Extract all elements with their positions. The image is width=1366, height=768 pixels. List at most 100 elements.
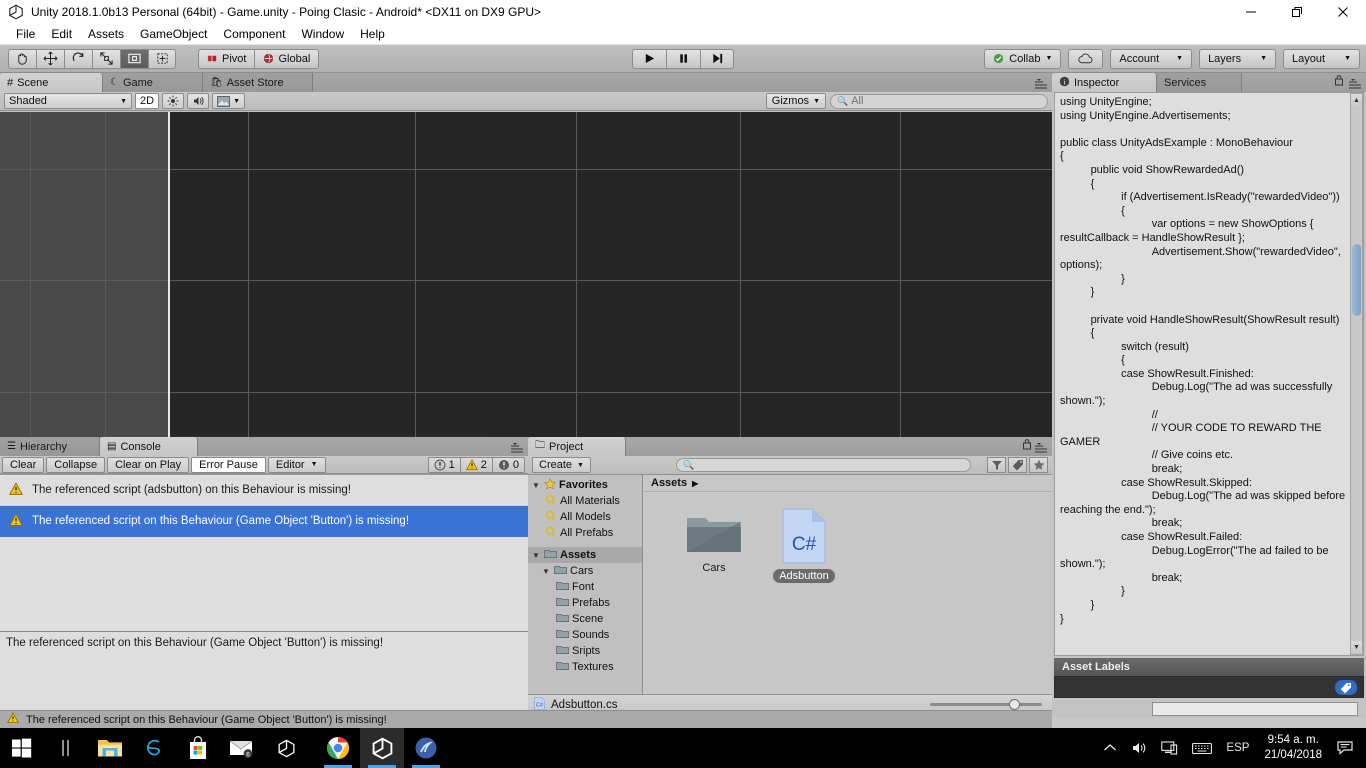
table-row[interactable]: The referenced script (adsbutton) on thi…	[0, 475, 528, 506]
task-view-icon[interactable]	[44, 728, 88, 768]
asset-item-cars[interactable]: Cars	[675, 508, 753, 583]
scene-search-input[interactable]: 🔍 All	[830, 93, 1048, 109]
collab-button[interactable]: Collab ▼	[984, 48, 1062, 69]
chevron-up-icon[interactable]	[1096, 728, 1124, 768]
tag-icon[interactable]	[1335, 680, 1357, 695]
error-pause-button[interactable]: Error Pause	[191, 456, 266, 473]
rotate-tool-icon[interactable]	[64, 48, 92, 69]
error-count[interactable]: 1	[427, 456, 460, 473]
close-icon[interactable]	[1320, 0, 1366, 23]
2d-toggle-button[interactable]: 2D	[135, 93, 160, 109]
file-explorer-icon[interactable]	[88, 728, 132, 768]
tree-assets-root[interactable]: ▼ Assets	[528, 547, 642, 563]
clear-button[interactable]: Clear	[2, 456, 45, 473]
asset-labels-box[interactable]	[1054, 676, 1364, 698]
project-search-input[interactable]: 🔍	[676, 458, 971, 472]
minimize-icon[interactable]	[1228, 0, 1274, 23]
slider-knob[interactable]	[1009, 699, 1020, 710]
tab-console[interactable]: ▤ Console	[100, 437, 198, 456]
filter-label-icon[interactable]	[1008, 457, 1027, 473]
chrome-icon[interactable]	[316, 728, 360, 768]
lock-icon[interactable]	[1334, 74, 1344, 89]
account-button[interactable]: Account ▼	[1110, 48, 1193, 69]
table-row[interactable]: The referenced script on this Behaviour …	[0, 506, 528, 537]
layers-button[interactable]: Layers ▼	[1199, 48, 1277, 69]
microsoft-store-icon[interactable]	[176, 728, 220, 768]
chevron-down-icon[interactable]: ▼	[532, 551, 541, 560]
editor-dropdown[interactable]: Editor ▼	[267, 456, 326, 473]
inspector-panel-menu-icon[interactable]	[1348, 78, 1362, 89]
list-item[interactable]: Prefabs	[528, 595, 642, 611]
menu-window[interactable]: Window	[293, 23, 352, 45]
tab-inspector[interactable]: i Inspector	[1052, 73, 1157, 92]
list-item[interactable]: ▼ Cars	[528, 563, 642, 579]
tab-hierarchy[interactable]: ☰ Hierarchy	[0, 437, 100, 456]
unity-editor-icon[interactable]	[360, 728, 404, 768]
tree-favorites[interactable]: ▼ Favorites	[528, 477, 642, 493]
project-panel-menu-icon[interactable]	[1034, 442, 1048, 453]
console-detail-pane[interactable]: The referenced script on this Behaviour …	[0, 631, 528, 714]
console-log-list[interactable]: The referenced script (adsbutton) on thi…	[0, 474, 528, 631]
list-item[interactable]: Sripts	[528, 643, 642, 659]
tab-services[interactable]: Services	[1157, 73, 1242, 92]
menu-assets[interactable]: Assets	[80, 23, 132, 45]
pivot-button[interactable]: Pivot	[198, 48, 255, 69]
scroll-up-arrow-icon[interactable]: ▲	[1351, 94, 1362, 107]
list-item[interactable]: Scene	[528, 611, 642, 627]
list-item[interactable]: All Prefabs	[528, 525, 642, 541]
move-tool-icon[interactable]	[36, 48, 64, 69]
windows-start-icon[interactable]	[0, 728, 44, 768]
effects-toggle-icon[interactable]: ▼	[212, 93, 245, 109]
tab-asset-store[interactable]: 🛍 Asset Store	[203, 73, 313, 92]
monodevelop-icon[interactable]	[404, 728, 448, 768]
layout-button[interactable]: Layout ▼	[1283, 48, 1360, 69]
menu-gameobject[interactable]: GameObject	[132, 23, 215, 45]
chevron-down-icon[interactable]: ▼	[542, 567, 551, 576]
tab-project[interactable]: 🗀 Project	[528, 437, 626, 456]
gizmos-dropdown[interactable]: Gizmos ▼	[765, 93, 826, 109]
asset-zoom-slider[interactable]	[930, 699, 1042, 711]
browser-icon[interactable]	[132, 728, 176, 768]
lock-icon[interactable]	[1022, 438, 1032, 453]
list-item[interactable]: All Models	[528, 509, 642, 525]
menu-edit[interactable]: Edit	[43, 23, 80, 45]
maximize-icon[interactable]	[1274, 0, 1320, 23]
play-icon[interactable]	[632, 48, 666, 69]
network-icon[interactable]	[1154, 728, 1185, 768]
scene-panel-menu-icon[interactable]	[1034, 78, 1048, 89]
shading-mode-dropdown[interactable]: Shaded ▼	[4, 93, 132, 109]
filter-favorite-icon[interactable]	[1029, 457, 1048, 473]
chevron-down-icon[interactable]: ▼	[532, 481, 541, 490]
audio-toggle-icon[interactable]	[187, 93, 210, 109]
scene-viewport[interactable]: Button	[0, 112, 1052, 437]
menu-help[interactable]: Help	[352, 23, 393, 45]
clock[interactable]: 9:54 a. m. 21/04/2018	[1256, 733, 1330, 763]
transform-tool-icon[interactable]	[148, 48, 176, 69]
keyboard-icon[interactable]	[1185, 728, 1219, 768]
asset-item-adsbutton[interactable]: C# Adsbutton	[765, 508, 843, 583]
lighting-toggle-icon[interactable]	[162, 93, 185, 109]
mail-icon[interactable]: 6	[220, 728, 264, 768]
cloud-icon[interactable]	[1068, 48, 1104, 69]
scale-tool-icon[interactable]	[92, 48, 120, 69]
collapse-button[interactable]: Collapse	[46, 456, 106, 473]
info-count[interactable]: 0	[491, 456, 525, 473]
language-indicator[interactable]: ESP	[1219, 728, 1256, 768]
warning-count[interactable]: 2	[459, 456, 492, 473]
step-icon[interactable]	[700, 48, 734, 69]
menu-component[interactable]: Component	[215, 23, 293, 45]
console-panel-menu-icon[interactable]	[510, 442, 524, 453]
list-item[interactable]: Textures	[528, 659, 642, 675]
list-item[interactable]: All Materials	[528, 493, 642, 509]
tab-game[interactable]: ☾ Game	[103, 73, 203, 92]
scrollbar-thumb[interactable]	[1352, 244, 1361, 316]
notification-icon[interactable]	[1330, 728, 1362, 768]
clear-on-play-button[interactable]: Clear on Play	[107, 456, 190, 473]
pause-icon[interactable]	[666, 48, 700, 69]
list-item[interactable]: Font	[528, 579, 642, 595]
create-button[interactable]: Create ▼	[532, 457, 591, 473]
tab-scene[interactable]: # Scene	[0, 73, 103, 92]
status-bar[interactable]: The referenced script on this Behaviour …	[0, 710, 1052, 728]
menu-file[interactable]: File	[8, 23, 43, 45]
project-tree[interactable]: ▼ Favorites All Materials All Models All…	[528, 475, 643, 694]
